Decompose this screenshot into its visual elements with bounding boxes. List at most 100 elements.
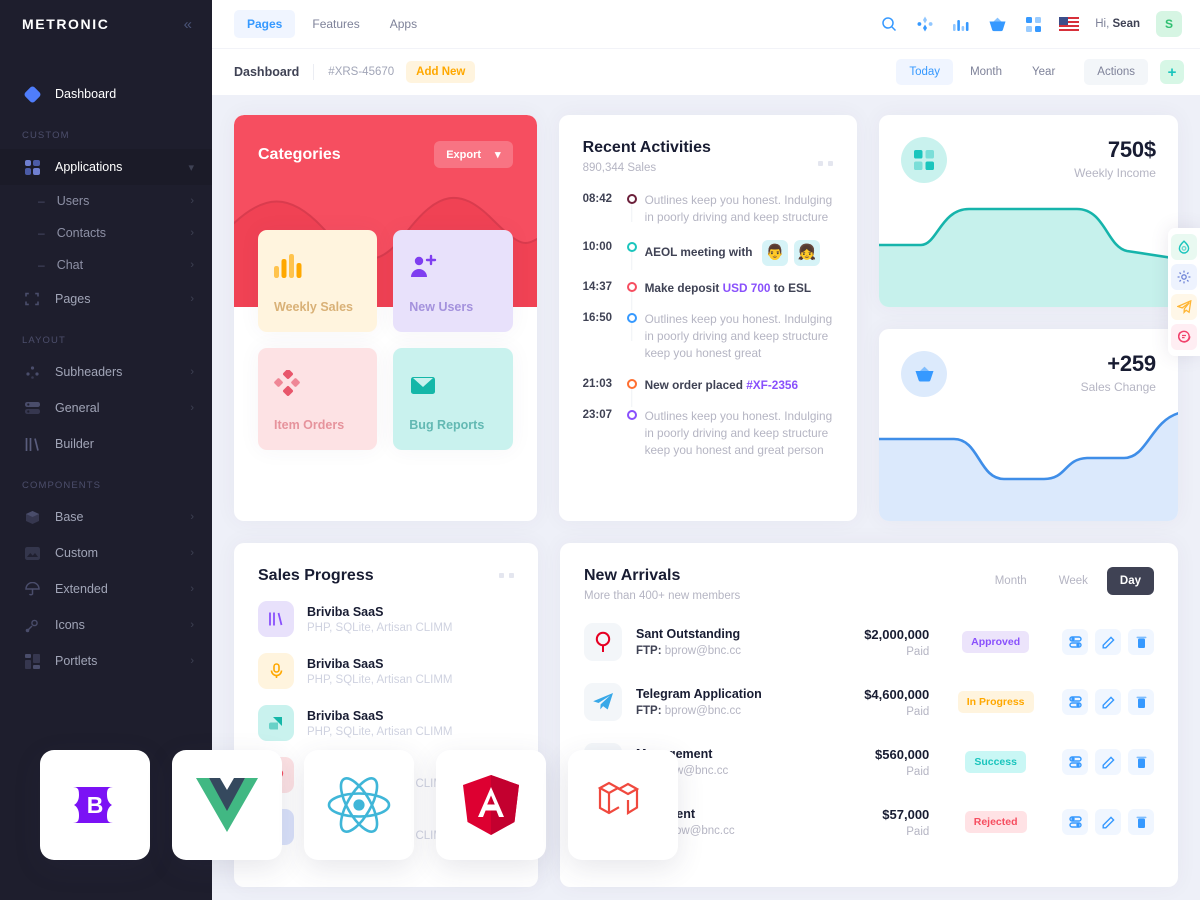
tile-item-orders[interactable]: Item Orders [258, 348, 378, 450]
delete-trash-icon[interactable] [1128, 689, 1155, 715]
chevrons-left-icon[interactable]: « [184, 17, 192, 32]
filter-month[interactable]: Month [957, 59, 1015, 85]
export-button[interactable]: Export ▾ [434, 141, 513, 168]
basket-icon[interactable] [987, 14, 1007, 34]
edit-pencil-icon[interactable] [1095, 749, 1122, 775]
sidebar-menu: Dashboard CUSTOM Applications ▾ – Users … [0, 48, 212, 679]
droplet-icon[interactable] [1171, 234, 1197, 260]
pinterest-icon [584, 623, 622, 661]
activity-link[interactable]: #XF-2356 [746, 378, 798, 392]
sidebar-item-dashboard[interactable]: Dashboard [0, 76, 212, 112]
sidebar-item-chat[interactable]: – Chat › [0, 249, 212, 281]
activity-link[interactable]: USD 700 [723, 281, 771, 295]
sidebar-item-subheaders[interactable]: Subheaders › [0, 354, 212, 390]
table-row[interactable]: Sant Outstanding FTP: bprow@bnc.cc $2,00… [584, 612, 1155, 672]
tile-label: Bug Reports [409, 418, 485, 432]
list-item[interactable]: Briviba SaaS PHP, SQLite, Artisan CLIMM [258, 601, 516, 637]
settings-icon[interactable] [1062, 689, 1089, 715]
sidebar-item-custom[interactable]: Custom › [0, 535, 212, 571]
settings-icon[interactable] [1062, 809, 1089, 835]
row-title: Telegram Application [636, 687, 762, 701]
tab-week[interactable]: Week [1046, 567, 1101, 595]
tile-bug-reports[interactable]: Bug Reports [393, 348, 513, 450]
sidebar-item-pages[interactable]: Pages › [0, 281, 212, 317]
card-subtitle: 890,344 Sales [582, 162, 657, 174]
grid-icon[interactable] [1023, 14, 1043, 34]
categories-tiles: Weekly Sales New Users Item Orders Bug R… [234, 168, 537, 474]
list-item[interactable]: 08:42 Outlines keep you honest. Indulgin… [583, 192, 836, 240]
nav-tab-pages[interactable]: Pages [234, 10, 296, 38]
flag-us-icon[interactable] [1059, 14, 1080, 34]
paper-plane-icon[interactable] [1171, 294, 1197, 320]
list-item[interactable]: Briviba SaaS PHP, SQLite, Artisan CLIMM [258, 705, 516, 741]
edit-pencil-icon[interactable] [1095, 629, 1122, 655]
list-item[interactable]: 14:37 Make deposit USD 700 to ESL [583, 280, 836, 311]
sidebar-item-extended[interactable]: Extended › [0, 571, 212, 607]
avatar[interactable]: S [1156, 11, 1182, 37]
filter-today[interactable]: Today [896, 59, 954, 85]
edit-pencil-icon[interactable] [1095, 809, 1122, 835]
amount-value: $2,000,000 [864, 626, 930, 642]
amount-value: $4,600,000 [864, 686, 930, 702]
tile-new-users[interactable]: New Users [393, 230, 513, 332]
delete-trash-icon[interactable] [1128, 809, 1155, 835]
dots-icon[interactable] [499, 573, 514, 578]
row-ftp: FTP: bprow@bnc.cc [636, 645, 811, 657]
sidebar-item-icons[interactable]: Icons › [0, 607, 212, 643]
chevron-down-icon: ▾ [495, 149, 501, 161]
list-item[interactable]: 23:07 Outlines keep you honest. Indulgin… [583, 408, 836, 473]
activity-text: Outlines keep you honest. Indulging in p… [644, 408, 833, 457]
bubbles-icon[interactable] [915, 14, 935, 34]
sidebar-item-portlets[interactable]: Portlets › [0, 643, 212, 679]
chevron-right-icon: › [190, 655, 194, 667]
filter-year[interactable]: Year [1019, 59, 1068, 85]
sidebar-item-contacts[interactable]: – Contacts › [0, 217, 212, 249]
table-row[interactable]: Telegram Application FTP: bprow@bnc.cc $… [584, 672, 1155, 732]
laravel-logo[interactable] [568, 750, 678, 860]
basket-icon [901, 351, 948, 397]
sales-change-sparkline [879, 412, 1178, 521]
tile-weekly-sales[interactable]: Weekly Sales [258, 230, 378, 332]
sidebar-item-base[interactable]: Base › [0, 499, 212, 535]
dash-icon: – [38, 258, 45, 272]
nav-tab-features[interactable]: Features [299, 10, 372, 38]
sidebar-item-general[interactable]: General › [0, 390, 212, 426]
actions-button[interactable]: Actions [1084, 59, 1148, 85]
row-title: Sant Outstanding [636, 627, 741, 641]
sidebar-item-builder[interactable]: Builder [0, 426, 212, 462]
list-item[interactable]: 16:50 Outlines keep you honest. Indulgin… [583, 311, 836, 376]
card-subtitle: More than 400+ new members [584, 590, 741, 602]
react-logo[interactable] [304, 750, 414, 860]
edit-pencil-icon[interactable] [1095, 689, 1122, 715]
settings-icon[interactable] [1062, 629, 1089, 655]
stat-cards-column: 750$ Weekly Income +259 Sales Change [879, 115, 1178, 521]
chevron-right-icon: › [190, 547, 194, 559]
settings-icon[interactable] [1062, 749, 1089, 775]
amount-status: Paid [906, 765, 930, 778]
sidebar-item-label: Icons [55, 618, 85, 632]
vue-logo[interactable] [172, 750, 282, 860]
tab-month[interactable]: Month [982, 567, 1040, 595]
delete-trash-icon[interactable] [1128, 749, 1155, 775]
gear-icon[interactable] [1171, 264, 1197, 290]
avatar: 👧 [793, 240, 820, 267]
add-new-button[interactable]: Add New [406, 61, 476, 83]
activity-text: Outlines keep you honest. Indulging in p… [644, 312, 833, 361]
timeline-marker [619, 192, 645, 222]
list-item[interactable]: Briviba SaaS PHP, SQLite, Artisan CLIMM [258, 653, 516, 689]
sidebar-item-applications[interactable]: Applications ▾ [0, 149, 212, 185]
nav-tab-apps[interactable]: Apps [377, 10, 430, 38]
chart-bars-icon[interactable] [951, 14, 971, 34]
plus-icon[interactable]: + [1160, 60, 1184, 84]
list-item[interactable]: 21:03 New order placed #XF-2356 [583, 377, 836, 408]
bootstrap-logo[interactable]: B [40, 750, 150, 860]
dots-icon[interactable] [818, 161, 834, 166]
frame-icon [22, 289, 42, 309]
chat-bubble-icon[interactable] [1171, 324, 1197, 350]
tab-day[interactable]: Day [1106, 567, 1154, 595]
angular-logo[interactable] [436, 750, 546, 860]
sidebar-item-users[interactable]: – Users › [0, 185, 212, 217]
delete-trash-icon[interactable] [1128, 629, 1155, 655]
list-item[interactable]: 10:00 AEOL meeting with 👨 👧 [583, 240, 836, 280]
search-icon[interactable] [879, 14, 899, 34]
